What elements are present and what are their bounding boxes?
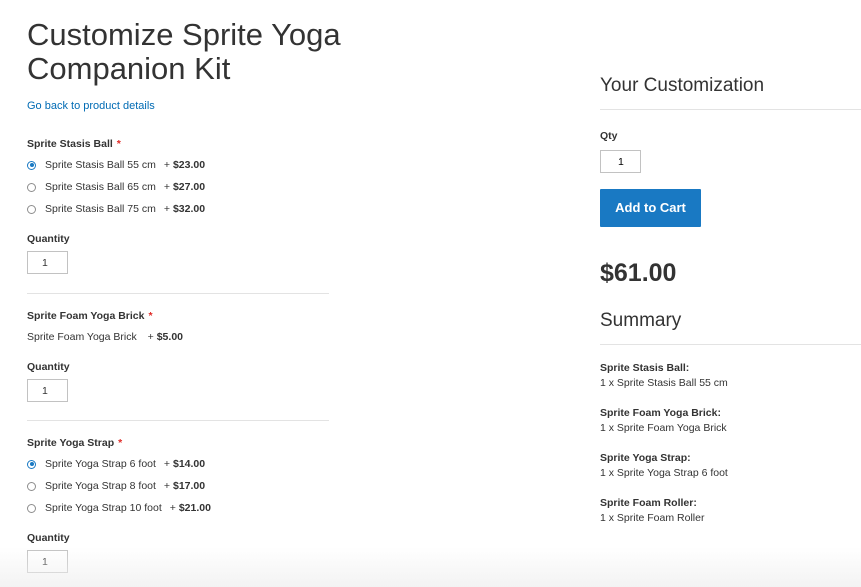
option-name: Sprite Yoga Strap 6 foot [45, 458, 156, 470]
divider [27, 420, 329, 421]
summary-item-value: 1 x Sprite Stasis Ball 55 cm [600, 377, 728, 389]
quantity-label: Quantity [27, 361, 70, 373]
required-mark: * [118, 437, 123, 449]
summary-item: Sprite Yoga Strap: 1 x Sprite Yoga Strap… [600, 451, 850, 481]
summary-item-name: Sprite Foam Yoga Brick: [600, 407, 721, 419]
summary-item-name: Sprite Yoga Strap: [600, 452, 691, 464]
option-price: + $5.00 [147, 331, 183, 343]
group-label: Sprite Foam Yoga Brick * [27, 310, 153, 322]
option-name: Sprite Stasis Ball 65 cm [45, 181, 156, 193]
option-name: Sprite Yoga Strap 8 foot [45, 480, 156, 492]
option-price: + $23.00 [163, 159, 206, 171]
radio-button[interactable] [27, 160, 36, 170]
required-mark: * [148, 310, 153, 322]
radio-button[interactable] [27, 503, 36, 513]
option-stasis-ball-65[interactable]: Sprite Stasis Ball 65 cm + $27.00 [27, 176, 329, 198]
option-yoga-strap-8[interactable]: Sprite Yoga Strap 8 foot + $17.00 [27, 475, 329, 497]
summary-item: Sprite Stasis Ball: 1 x Sprite Stasis Ba… [600, 361, 850, 391]
total-price: $61.00 [600, 259, 677, 287]
qty-label: Qty [600, 130, 618, 142]
back-to-product-link[interactable]: Go back to product details [27, 100, 155, 112]
option-name: Sprite Stasis Ball 55 cm [45, 159, 156, 171]
option-name: Sprite Foam Yoga Brick [27, 331, 137, 343]
required-mark: * [116, 138, 121, 150]
quantity-label: Quantity [27, 233, 70, 245]
divider [600, 344, 861, 345]
radio-button[interactable] [27, 459, 36, 469]
summary-item-value: 1 x Sprite Foam Roller [600, 512, 705, 524]
divider [27, 293, 329, 294]
option-group-yoga-strap: Sprite Yoga Strap * Sprite Yoga Strap 6 f… [27, 436, 329, 573]
option-stasis-ball-75[interactable]: Sprite Stasis Ball 75 cm + $32.00 [27, 198, 329, 220]
quantity-input-stasis-ball[interactable] [27, 251, 68, 274]
option-price: + $14.00 [163, 458, 206, 470]
divider [600, 109, 861, 110]
summary-item-name: Sprite Stasis Ball: [600, 362, 690, 374]
option-price: + $32.00 [163, 203, 206, 215]
quantity-input-yoga-strap[interactable] [27, 550, 68, 573]
radio-button[interactable] [27, 182, 36, 192]
option-group-yoga-brick: Sprite Foam Yoga Brick * Sprite Foam Yoga… [27, 309, 329, 402]
summary-item-value: 1 x Sprite Yoga Strap 6 foot [600, 467, 728, 479]
summary-item: Sprite Foam Roller: 1 x Sprite Foam Roll… [600, 496, 850, 526]
group-label: Sprite Stasis Ball * [27, 138, 121, 150]
quantity-input-yoga-brick[interactable] [27, 379, 68, 402]
option-price: + $21.00 [169, 502, 211, 514]
option-name: Sprite Yoga Strap 10 foot [45, 502, 162, 514]
group-label: Sprite Yoga Strap * [27, 437, 123, 449]
add-to-cart-button[interactable]: Add to Cart [600, 189, 701, 227]
summary-item: Sprite Foam Yoga Brick: 1 x Sprite Foam … [600, 406, 850, 436]
option-price: + $27.00 [163, 181, 206, 193]
option-group-stasis-ball: Sprite Stasis Ball * Sprite Stasis Ball 5… [27, 137, 329, 274]
page-title: Customize Sprite Yoga Companion Kit [27, 17, 341, 86]
option-yoga-brick: Sprite Foam Yoga Brick + $5.00 [27, 330, 329, 344]
radio-button[interactable] [27, 204, 36, 214]
customization-title: Your Customization [600, 75, 765, 96]
radio-button[interactable] [27, 481, 36, 491]
option-yoga-strap-6[interactable]: Sprite Yoga Strap 6 foot + $14.00 [27, 453, 329, 475]
qty-input[interactable] [600, 150, 641, 173]
summary-item-value: 1 x Sprite Foam Yoga Brick [600, 422, 727, 434]
option-stasis-ball-55[interactable]: Sprite Stasis Ball 55 cm + $23.00 [27, 154, 329, 176]
option-price: + $17.00 [163, 480, 206, 492]
option-yoga-strap-10[interactable]: Sprite Yoga Strap 10 foot + $21.00 [27, 497, 329, 519]
option-name: Sprite Stasis Ball 75 cm [45, 203, 156, 215]
quantity-label: Quantity [27, 532, 70, 544]
summary-title: Summary [600, 310, 682, 331]
summary-item-name: Sprite Foam Roller: [600, 497, 697, 509]
